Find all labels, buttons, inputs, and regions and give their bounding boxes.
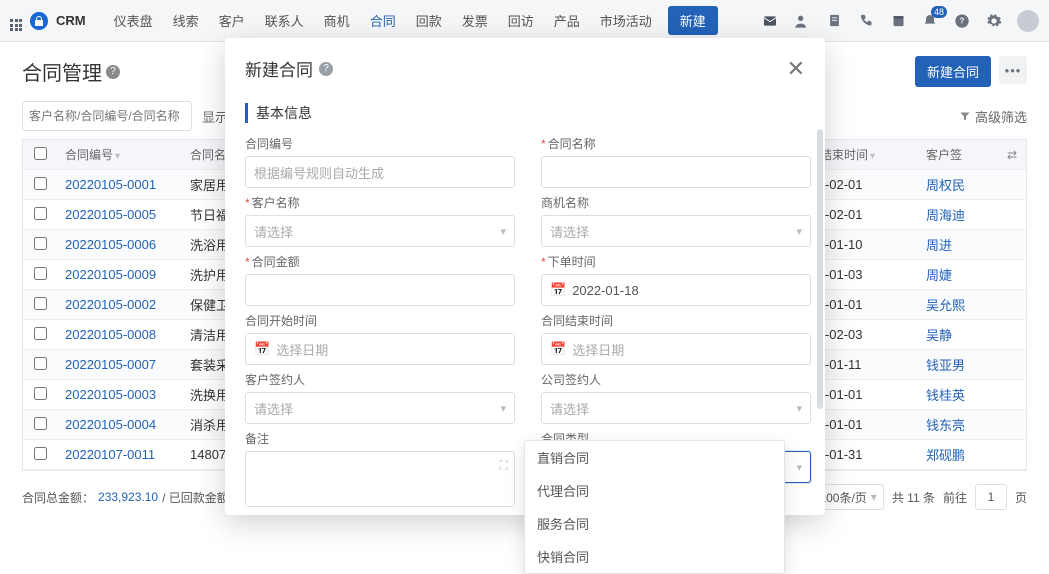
close-icon[interactable]: ✕: [787, 58, 805, 80]
chevron-down-icon: ▾: [796, 225, 802, 238]
input-amount[interactable]: [245, 274, 515, 306]
label-csigner: 客户签约人: [245, 371, 515, 388]
select-csigner[interactable]: 请选择▾: [245, 392, 515, 424]
modal-help-icon[interactable]: ?: [319, 62, 333, 76]
type-option[interactable]: 服务合同: [525, 507, 784, 540]
calendar-icon: 📅: [550, 282, 566, 298]
label-osigner: 公司签约人: [541, 371, 811, 388]
modal-title: 新建合同: [245, 56, 313, 81]
type-option[interactable]: 快销合同: [525, 540, 784, 573]
date-end[interactable]: 📅选择日期: [541, 333, 811, 365]
section-basic-info: 基本信息: [245, 103, 805, 123]
chevron-down-icon: ▾: [500, 402, 506, 415]
type-option[interactable]: 直销合同: [525, 441, 784, 474]
textarea-remark[interactable]: ⛶: [245, 451, 515, 507]
label-start: 合同开始时间: [245, 312, 515, 329]
label-customer: 客户名称: [245, 194, 515, 211]
input-name[interactable]: [541, 156, 811, 188]
select-biz[interactable]: 请选择▾: [541, 215, 811, 247]
label-code: 合同编号: [245, 135, 515, 152]
date-order[interactable]: 📅2022-01-18: [541, 274, 811, 306]
type-option[interactable]: 代理合同: [525, 474, 784, 507]
select-osigner[interactable]: 请选择▾: [541, 392, 811, 424]
select-customer[interactable]: 请选择▾: [245, 215, 515, 247]
date-start[interactable]: 📅选择日期: [245, 333, 515, 365]
chevron-down-icon: ▾: [796, 461, 802, 474]
label-biz: 商机名称: [541, 194, 811, 211]
label-order-date: 下单时间: [541, 253, 811, 270]
input-code[interactable]: 根据编号规则自动生成: [245, 156, 515, 188]
scrollbar[interactable]: [817, 129, 823, 409]
expand-icon[interactable]: ⛶: [500, 458, 508, 473]
label-end: 合同结束时间: [541, 312, 811, 329]
chevron-down-icon: ▾: [796, 402, 802, 415]
chevron-down-icon: ▾: [500, 225, 506, 238]
label-name: 合同名称: [541, 135, 811, 152]
calendar-icon: 📅: [550, 341, 566, 357]
label-amount: 合同金额: [245, 253, 515, 270]
label-remark: 备注: [245, 430, 515, 447]
type-dropdown: 直销合同代理合同服务合同快销合同: [524, 440, 785, 574]
calendar-icon: 📅: [254, 341, 270, 357]
